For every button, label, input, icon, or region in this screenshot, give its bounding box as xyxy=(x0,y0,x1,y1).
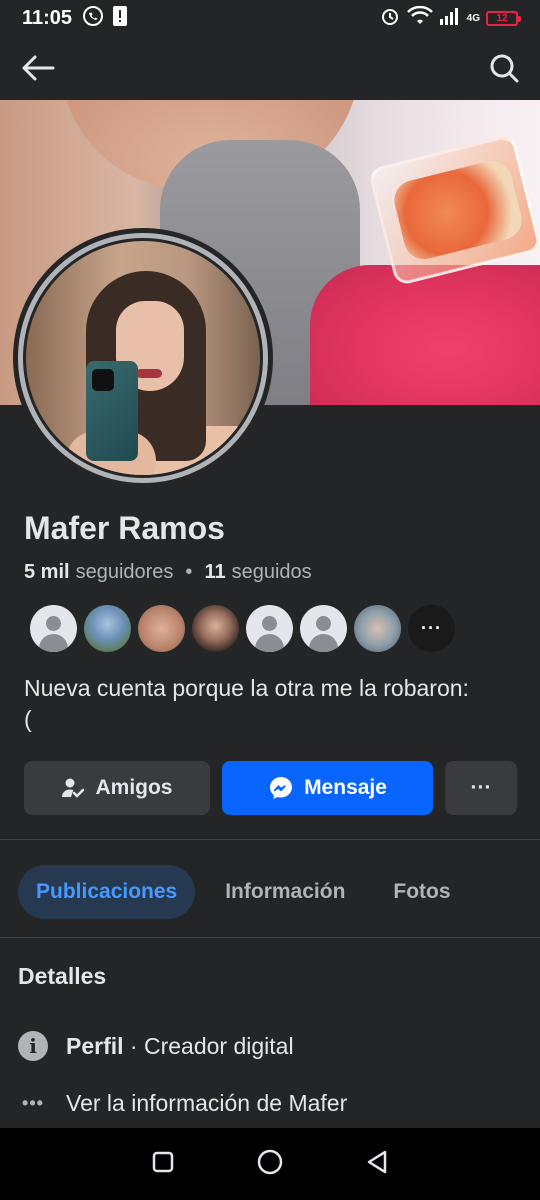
battery-icon: 12 xyxy=(486,10,521,26)
friend-avatar[interactable] xyxy=(192,605,239,652)
profile-picture[interactable] xyxy=(13,228,273,488)
battery-level: 12 xyxy=(496,12,508,24)
divider xyxy=(0,937,540,938)
top-nav xyxy=(0,36,540,100)
see-info-row[interactable]: ••• Ver la información de Mafer xyxy=(18,1090,347,1117)
more-options-button[interactable]: ··· xyxy=(445,761,517,815)
profile-stats: 5 mil seguidores • 11 seguidos xyxy=(24,561,312,584)
info-icon: i xyxy=(18,1031,48,1061)
more-dots-icon: ••• xyxy=(22,1093,44,1113)
tab-label: Información xyxy=(225,880,346,903)
circle-icon xyxy=(257,1149,283,1174)
more-options-icon: ··· xyxy=(470,776,492,799)
friend-check-icon xyxy=(62,778,85,798)
divider xyxy=(0,839,540,840)
back-nav-button[interactable] xyxy=(365,1149,389,1180)
status-time: 11:05 xyxy=(22,6,73,29)
tab-label: Fotos xyxy=(393,880,451,903)
android-nav-bar xyxy=(0,1128,540,1200)
profile-bio: Nueva cuenta porque la otra me la robaro… xyxy=(24,673,524,735)
wifi-icon xyxy=(406,5,433,31)
message-button-label: Mensaje xyxy=(304,776,387,799)
separator-dot: • xyxy=(185,561,193,583)
alarm-icon xyxy=(379,5,401,32)
search-icon xyxy=(490,54,519,83)
friends-button[interactable]: Amigos xyxy=(24,761,210,815)
profile-name: Mafer Ramos xyxy=(24,510,225,546)
profile-tabs: Publicaciones Información Fotos xyxy=(18,865,469,919)
detail-profile-value: · Creador digital xyxy=(123,1032,294,1059)
tab-informacion[interactable]: Información xyxy=(207,865,363,919)
square-icon xyxy=(152,1151,173,1172)
whatsapp-icon xyxy=(82,5,104,32)
followers-count[interactable]: 5 mil xyxy=(24,561,70,584)
following-label[interactable]: seguidos xyxy=(232,561,312,584)
followers-label[interactable]: seguidores xyxy=(76,561,174,584)
home-button[interactable] xyxy=(256,1148,284,1181)
more-friends-button[interactable]: ··· xyxy=(408,605,455,652)
friends-button-label: Amigos xyxy=(95,776,173,799)
friend-avatar[interactable] xyxy=(300,605,347,652)
friend-avatar[interactable] xyxy=(30,605,77,652)
alert-icon xyxy=(112,5,128,32)
tab-label: Publicaciones xyxy=(36,880,178,903)
message-button[interactable]: Mensaje xyxy=(222,761,433,815)
tab-fotos[interactable]: Fotos xyxy=(375,865,468,919)
triangle-back-icon xyxy=(368,1150,387,1173)
status-bar: 11:05 4G 12 xyxy=(0,0,540,36)
arrow-left-icon xyxy=(22,55,55,81)
detail-profile-text: Perfil · Creador digital xyxy=(66,1033,294,1060)
signal-icon xyxy=(439,7,461,30)
detail-profile-label: Perfil xyxy=(66,1032,124,1059)
friends-preview: ··· xyxy=(30,605,455,652)
friend-avatar[interactable] xyxy=(354,605,401,652)
details-title: Detalles xyxy=(18,963,107,989)
following-count[interactable]: 11 xyxy=(204,561,225,584)
more-friends-label: ··· xyxy=(421,618,442,638)
friend-avatar[interactable] xyxy=(84,605,131,652)
network-type: 4G xyxy=(466,12,480,24)
back-button[interactable] xyxy=(18,48,58,88)
detail-profile-row: i Perfil · Creador digital xyxy=(18,1031,294,1061)
messenger-icon xyxy=(270,777,293,799)
friend-avatar[interactable] xyxy=(138,605,185,652)
search-button[interactable] xyxy=(484,48,524,88)
recent-apps-button[interactable] xyxy=(151,1150,175,1179)
see-info-text: Ver la información de Mafer xyxy=(66,1090,348,1116)
bio-text: Nueva cuenta porque la otra me la robaro… xyxy=(24,675,469,732)
tab-publicaciones[interactable]: Publicaciones xyxy=(18,865,196,919)
profile-actions: Amigos Mensaje ··· xyxy=(24,761,517,815)
friend-avatar[interactable] xyxy=(246,605,293,652)
